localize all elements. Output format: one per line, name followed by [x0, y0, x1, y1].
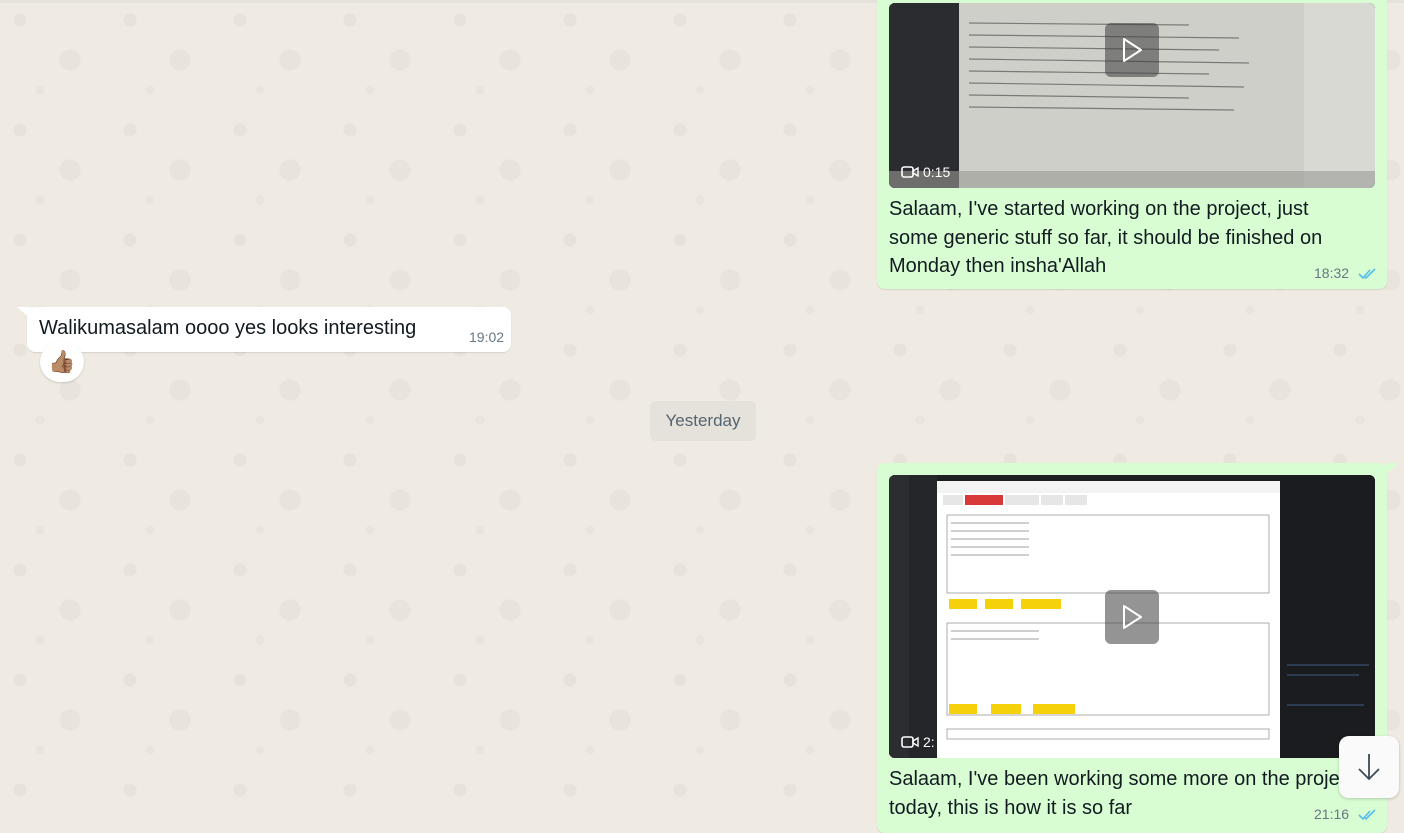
- reaction-emoji: 👍🏽: [48, 349, 76, 374]
- duration-text: 0:15: [923, 164, 951, 180]
- video-duration: 0:15: [901, 164, 950, 180]
- reaction-badge[interactable]: 👍🏽: [40, 342, 84, 382]
- double-check-icon: [1358, 268, 1376, 280]
- message-time: 18:32: [1314, 265, 1350, 281]
- message-time: 19:02: [469, 329, 505, 345]
- duration-text: 2:: [923, 734, 935, 750]
- video-camera-icon: [901, 736, 919, 748]
- date-separator-label: Yesterday: [665, 411, 741, 430]
- video-duration: 2:: [901, 734, 935, 750]
- scroll-to-bottom-button[interactable]: [1339, 736, 1399, 798]
- video-thumbnail[interactable]: 2:: [889, 475, 1375, 758]
- video-thumbnail[interactable]: 0:15: [889, 3, 1375, 188]
- arrow-down-icon: [1358, 754, 1380, 781]
- play-button[interactable]: [1105, 23, 1159, 77]
- message-caption: Salaam, I've started working on the proj…: [889, 198, 1323, 277]
- message-text: Walikumasalam oooo yes looks interesting: [39, 317, 417, 339]
- double-check-icon: [1358, 809, 1376, 821]
- date-separator: Yesterday: [650, 401, 756, 441]
- bubble-tail: [1385, 463, 1399, 475]
- play-icon: [1123, 605, 1142, 629]
- play-icon: [1123, 38, 1142, 62]
- video-camera-icon: [901, 166, 919, 178]
- bubble-tail: [17, 307, 31, 319]
- play-button[interactable]: [1105, 590, 1159, 644]
- outgoing-video-message[interactable]: 0:15 Salaam, I've started working on the…: [877, 0, 1387, 289]
- message-caption: Salaam, I've been working some more on t…: [889, 768, 1356, 819]
- incoming-text-message[interactable]: Walikumasalam oooo yes looks interesting…: [27, 307, 511, 352]
- outgoing-video-message[interactable]: 2: Salaam, I've been working some more o…: [877, 463, 1387, 833]
